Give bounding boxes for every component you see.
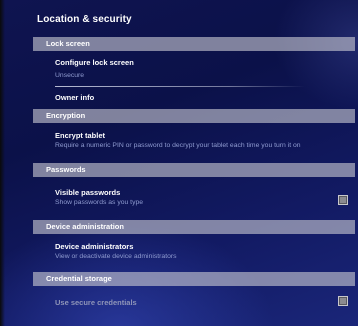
settings-panel: Location & security Lock screen Configur… [33, 0, 355, 322]
section-header-encryption: Encryption [33, 109, 355, 123]
configure-lock-screen-title: Configure lock screen [55, 58, 134, 67]
device-administrators-title: Device administrators [55, 242, 134, 251]
device-administrators-item[interactable]: Device administrators View or deactivate… [55, 242, 355, 261]
use-secure-credentials-checkbox-icon[interactable] [338, 296, 348, 306]
divider [55, 86, 305, 87]
visible-passwords-item[interactable]: Visible passwords Show passwords as you … [55, 188, 355, 207]
section-header-device-administration: Device administration [33, 220, 355, 234]
section-header-credential-storage: Credential storage [33, 272, 355, 286]
encrypt-tablet-item[interactable]: Encrypt tablet Require a numeric PIN or … [55, 131, 355, 150]
visible-passwords-title: Visible passwords [55, 188, 121, 197]
section-header-lock-screen: Lock screen [33, 37, 355, 51]
frame-edge [0, 0, 5, 326]
encrypt-tablet-summary: Require a numeric PIN or password to dec… [55, 142, 301, 149]
device-administrators-summary: View or deactivate device administrators [55, 253, 177, 260]
use-secure-credentials-title: Use secure credentials [55, 298, 137, 307]
visible-passwords-checkbox-icon[interactable] [338, 195, 348, 205]
configure-lock-screen-summary: Unsecure [55, 72, 85, 79]
visible-passwords-summary: Show passwords as you type [55, 199, 144, 206]
encrypt-tablet-title: Encrypt tablet [55, 131, 106, 140]
use-secure-credentials-item[interactable]: Use secure credentials [55, 298, 355, 308]
page-title: Location & security [37, 14, 132, 25]
owner-info-item[interactable]: Owner info [55, 93, 355, 103]
section-header-passwords: Passwords [33, 163, 355, 177]
settings-screen: Location & security Lock screen Configur… [0, 0, 358, 326]
configure-lock-screen-item[interactable]: Configure lock screen Unsecure [55, 58, 355, 80]
owner-info-title: Owner info [55, 93, 95, 102]
